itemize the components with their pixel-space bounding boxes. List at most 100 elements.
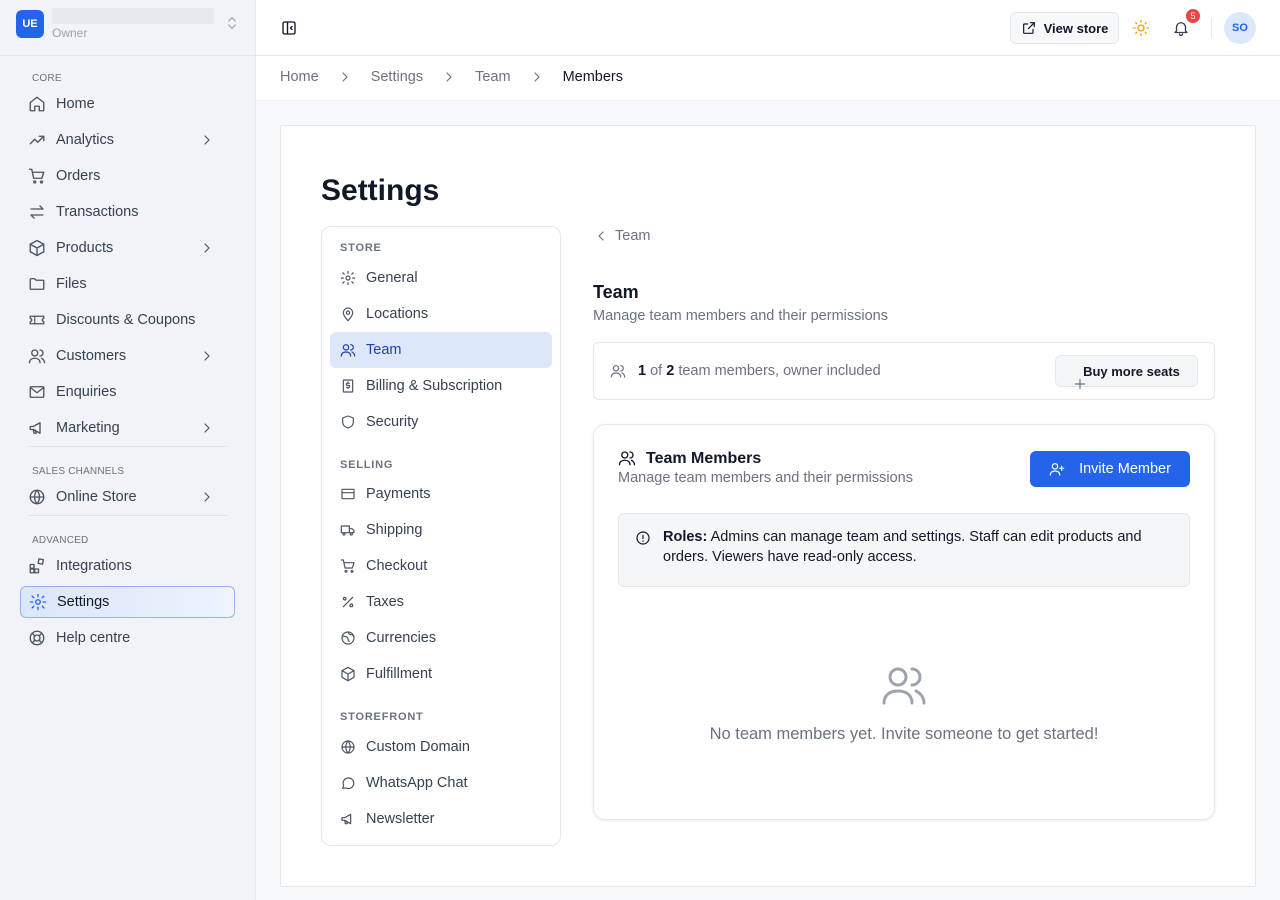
breadcrumb-home[interactable]: Home <box>280 69 319 85</box>
team-members-title: Team Members <box>646 450 762 467</box>
sidebar-item-analytics[interactable]: Analytics <box>20 124 235 156</box>
avatar[interactable]: SO <box>1224 12 1256 44</box>
empty-state-text: No team members yet. Invite someone to g… <box>709 725 1099 743</box>
blocks-icon <box>28 557 56 575</box>
workspace-logo: UE <box>16 10 44 38</box>
view-store-label: View store <box>1043 20 1109 36</box>
settings-nav: STORE General Locations Team Billing & S… <box>321 226 561 846</box>
lifebuoy-icon <box>28 629 56 647</box>
sidebar-item-products[interactable]: Products <box>20 232 235 264</box>
settings-item-label: Newsletter <box>366 811 435 827</box>
sidebar-item-home[interactable]: Home <box>20 88 235 120</box>
sidebar-item-enquiries[interactable]: Enquiries <box>20 376 235 408</box>
workspace-name-placeholder <box>52 8 214 24</box>
back-to-team-link[interactable]: Team <box>593 228 650 244</box>
section-title: Team <box>593 282 639 302</box>
sidebar-item-label: Transactions <box>56 204 139 220</box>
trending-up-icon <box>28 131 56 149</box>
bell-icon[interactable] <box>1172 19 1190 37</box>
workspace-switcher[interactable]: UE Owner <box>16 8 240 40</box>
settings-item-label: Custom Domain <box>366 739 470 755</box>
settings-item-checkout[interactable]: Checkout <box>330 548 552 584</box>
sidebar-toggle-icon[interactable] <box>280 19 298 37</box>
seats-suffix: team members, owner included <box>678 363 881 379</box>
roles-description: Admins can manage team and settings. Sta… <box>663 529 1142 565</box>
breadcrumb-team[interactable]: Team <box>475 69 510 85</box>
settings-item-payments[interactable]: Payments <box>330 476 552 512</box>
cart-icon <box>28 167 56 185</box>
chevron-right-icon <box>199 420 225 436</box>
settings-item-newsletter[interactable]: Newsletter <box>330 801 552 837</box>
settings-item-billing[interactable]: Billing & Subscription <box>330 368 552 404</box>
settings-item-label: General <box>366 270 418 286</box>
view-store-button[interactable]: View store <box>1010 12 1119 44</box>
sun-icon[interactable] <box>1132 19 1150 37</box>
credit-card-icon <box>340 486 366 502</box>
settings-item-label: Security <box>366 414 419 430</box>
receipt-icon <box>340 378 366 394</box>
settings-item-label: Billing & Subscription <box>366 378 503 394</box>
sidebar-divider <box>28 515 227 516</box>
main-content: Settings STORE General Locations Team Bi… <box>280 125 1256 887</box>
roles-text: Roles: Admins can manage team and settin… <box>663 527 1183 567</box>
buy-more-seats-button[interactable]: Buy more seats <box>1055 355 1198 390</box>
chevron-right-icon <box>199 240 225 256</box>
settings-item-shipping[interactable]: Shipping <box>330 512 552 548</box>
settings-item-label: Payments <box>366 486 431 502</box>
section-subtitle: Manage team members and their permission… <box>593 308 888 324</box>
sidebar-item-marketing[interactable]: Marketing <box>20 412 235 444</box>
settings-item-custom-domain[interactable]: Custom Domain <box>330 729 552 765</box>
breadcrumb-settings[interactable]: Settings <box>371 69 423 85</box>
sidebar-item-transactions[interactable]: Transactions <box>20 196 235 228</box>
sidebar-item-online-store[interactable]: Online Store <box>20 481 235 513</box>
globe-icon <box>28 488 56 506</box>
user-plus-icon <box>1049 461 1065 477</box>
sidebar-item-files[interactable]: Files <box>20 268 235 300</box>
map-pin-icon <box>340 306 366 322</box>
sidebar-item-label: Settings <box>57 594 110 610</box>
settings-item-whatsapp-chat[interactable]: WhatsApp Chat <box>330 765 552 801</box>
invite-member-button[interactable]: Invite Member <box>1030 451 1190 487</box>
sidebar-item-settings[interactable]: Settings <box>20 586 235 618</box>
megaphone-icon <box>28 419 56 437</box>
settings-item-currencies[interactable]: Currencies <box>330 620 552 656</box>
sidebar-item-label: Analytics <box>56 132 115 148</box>
settings-item-general[interactable]: General <box>330 260 552 296</box>
external-link-icon <box>1021 20 1037 36</box>
section-label-sales-channels: SALES CHANNELS <box>32 466 125 477</box>
sidebar-item-label: Online Store <box>56 489 137 505</box>
sidebar-item-help-centre[interactable]: Help centre <box>20 622 235 654</box>
seats-text: 1 of 2 team members, owner included <box>638 363 881 379</box>
cart-icon <box>340 558 366 574</box>
settings-item-fulfillment[interactable]: Fulfillment <box>330 656 552 692</box>
gear-icon <box>340 270 366 286</box>
chevron-right-icon <box>441 69 457 85</box>
settings-item-team[interactable]: Team <box>330 332 552 368</box>
globe-icon <box>340 739 366 755</box>
settings-item-security[interactable]: Security <box>330 404 552 440</box>
sidebar: UE Owner CORE Home Analytics Orders Tran… <box>0 0 256 900</box>
chevron-left-icon <box>593 228 609 244</box>
seats-of: of <box>650 363 663 379</box>
settings-section-storefront: STOREFRONT <box>340 711 424 723</box>
buy-more-seats-label: Buy more seats <box>1083 363 1180 379</box>
settings-item-locations[interactable]: Locations <box>330 296 552 332</box>
users-icon <box>28 347 56 365</box>
box-icon <box>340 666 366 682</box>
settings-item-label: Team <box>366 342 402 358</box>
chevron-right-icon <box>529 69 545 85</box>
sidebar-item-integrations[interactable]: Integrations <box>20 550 235 582</box>
sidebar-item-label: Help centre <box>56 630 131 646</box>
settings-section-store: STORE <box>340 242 382 254</box>
users-icon <box>340 342 366 358</box>
team-members-subtitle: Manage team members and their permission… <box>618 470 913 486</box>
sidebar-item-orders[interactable]: Orders <box>20 160 235 192</box>
chevrons-up-down-icon <box>224 15 240 31</box>
breadcrumb-bar: Home Settings Team Members <box>256 56 1280 101</box>
settings-item-taxes[interactable]: Taxes <box>330 584 552 620</box>
sidebar-item-discounts[interactable]: Discounts & Coupons <box>20 304 235 336</box>
box-icon <box>28 239 56 257</box>
breadcrumb-members: Members <box>562 69 623 85</box>
sidebar-item-customers[interactable]: Customers <box>20 340 235 372</box>
seats-total: 2 <box>666 363 675 379</box>
